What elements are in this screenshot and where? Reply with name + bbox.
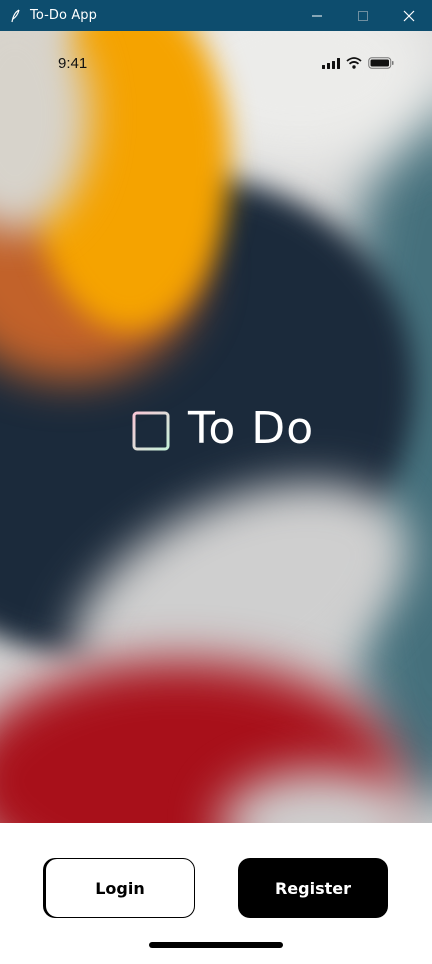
window-controls bbox=[294, 0, 432, 31]
battery-icon bbox=[368, 57, 394, 69]
feather-icon bbox=[8, 8, 24, 24]
close-icon bbox=[403, 10, 415, 21]
wifi-icon bbox=[346, 57, 362, 69]
minimize-icon bbox=[312, 15, 322, 16]
maximize-button[interactable] bbox=[340, 0, 386, 31]
minimize-button[interactable] bbox=[294, 0, 340, 31]
signal-icon bbox=[322, 57, 340, 69]
hero-wallpaper: 9:41 To Do bbox=[0, 31, 432, 823]
login-button[interactable]: Login bbox=[45, 858, 195, 918]
app-name: To Do bbox=[188, 403, 315, 454]
app-logo: To Do bbox=[132, 403, 314, 454]
close-button[interactable] bbox=[386, 0, 432, 31]
status-time: 9:41 bbox=[58, 55, 88, 72]
maximize-icon bbox=[358, 10, 368, 21]
window-title: To-Do App bbox=[30, 8, 98, 23]
action-panel: Login Register bbox=[0, 823, 432, 964]
title-bar[interactable]: To-Do App bbox=[0, 0, 432, 31]
status-icons bbox=[322, 57, 394, 69]
notepad-icon bbox=[132, 406, 170, 450]
app-window: To-Do App 9:41 To Do Login Register bbox=[0, 0, 432, 964]
register-button[interactable]: Register bbox=[238, 858, 388, 918]
status-bar: 9:41 bbox=[0, 31, 432, 97]
home-indicator bbox=[149, 942, 283, 948]
